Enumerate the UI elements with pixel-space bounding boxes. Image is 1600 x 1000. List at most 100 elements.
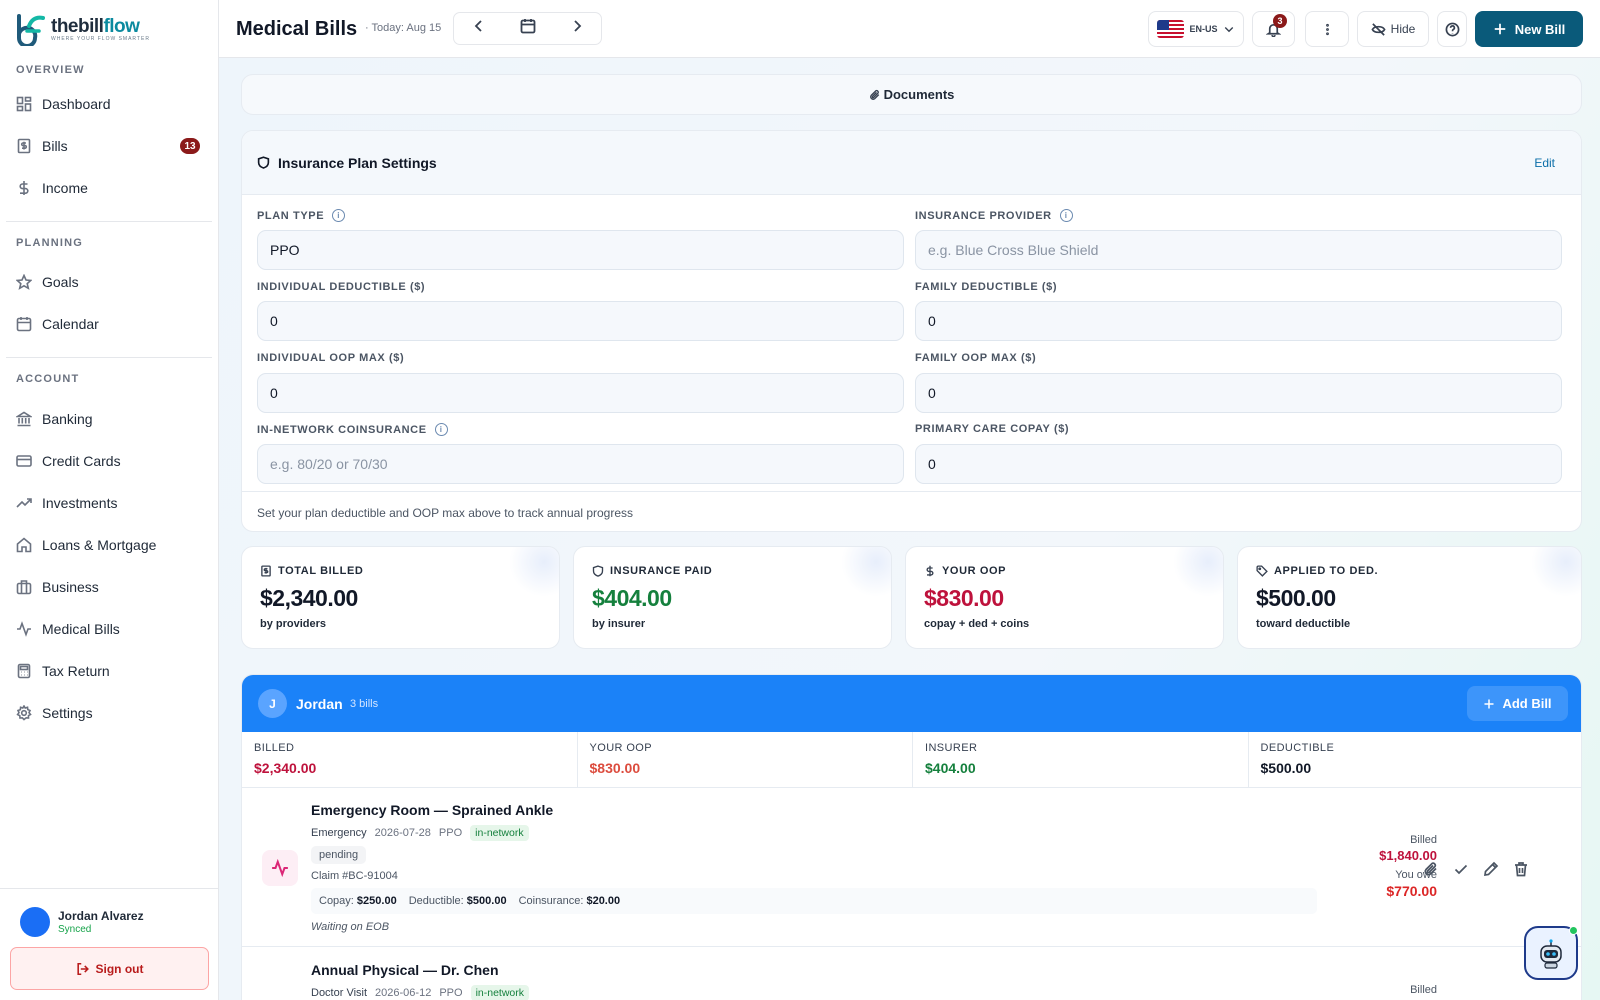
bill-category: Doctor Visit (311, 987, 368, 999)
sidebar-item-investments[interactable]: Investments (8, 485, 212, 521)
sign-out-button[interactable]: Sign out (10, 947, 209, 990)
sidebar-item-dashboard[interactable]: Dashboard (8, 86, 212, 122)
sidebar-item-business[interactable]: Business (8, 569, 212, 605)
sidebar-item-banking[interactable]: Banking (8, 401, 212, 437)
summary-label: YOUR OOP (589, 742, 652, 754)
hide-values-button[interactable]: Hide (1357, 11, 1429, 47)
gear-icon (16, 705, 32, 721)
summary-value: $2,340.00 (254, 760, 317, 776)
add-bill-label: Add Bill (1502, 696, 1552, 711)
sidebar-item-credit-cards[interactable]: Credit Cards (8, 443, 212, 479)
bill-row[interactable]: Annual Physical — Dr. Chen Doctor Visit … (242, 948, 1581, 1000)
tag-icon (1256, 565, 1268, 577)
info-icon[interactable]: i (434, 423, 448, 436)
sidebar-item-label: Business (42, 579, 99, 595)
stat-card-your-oop: YOUR OOP $830.00 copay + ded + coins (905, 546, 1224, 649)
sidebar-item-loans-mortgage[interactable]: Loans & Mortgage (8, 527, 212, 563)
bill-title: Annual Physical — Dr. Chen (311, 962, 499, 978)
mark-paid-button[interactable] (1452, 860, 1470, 878)
claim-number: Claim #BC-91004 (311, 870, 398, 882)
assistant-bot-button[interactable] (1524, 926, 1578, 980)
notifications-button[interactable]: 3 (1252, 11, 1295, 47)
new-bill-button[interactable]: New Bill (1475, 11, 1583, 47)
stat-value: $500.00 (1256, 585, 1336, 611)
dollar-icon (19, 181, 29, 195)
section-planning: PLANNING (16, 237, 84, 249)
pulse-icon (272, 859, 288, 877)
stat-value: $830.00 (924, 585, 1004, 611)
sidebar-item-tax-return[interactable]: Tax Return (8, 653, 212, 689)
individual-deductible-label: INDIVIDUAL DEDUCTIBLE ($) (257, 281, 426, 293)
bill-category: Emergency (311, 827, 367, 839)
pencil-icon (1483, 861, 1499, 877)
add-bill-button[interactable]: Add Bill (1467, 686, 1568, 721)
summary-label: INSURER (925, 742, 978, 754)
documents-button[interactable]: Documents (241, 74, 1582, 115)
chevron-left-icon (474, 20, 482, 32)
locale-selector[interactable]: EN-US (1148, 11, 1244, 47)
info-icon[interactable]: i (1059, 209, 1073, 222)
in-network-coinsurance-input[interactable]: e.g. 80/20 or 70/30 (257, 444, 904, 484)
edit-plan-link[interactable]: Edit (1534, 156, 1555, 170)
bill-divider (242, 946, 1581, 947)
sidebar-item-label: Medical Bills (42, 621, 120, 637)
top-header: Medical Bills · Today: Aug 15 EN-US 3 Hi… (219, 0, 1600, 58)
delete-bill-button[interactable] (1512, 860, 1530, 878)
main-content: Documents Insurance Plan Settings Edit P… (219, 58, 1600, 1000)
next-date-button[interactable] (569, 18, 585, 39)
network-badge: in-network (470, 825, 529, 841)
sidebar-item-bills[interactable]: Bills 13 (8, 128, 212, 164)
individual-oop-max-input[interactable]: 0 (257, 373, 904, 413)
bill-icon (17, 138, 31, 154)
dollar-icon (926, 565, 934, 577)
chevron-down-icon (1224, 27, 1233, 33)
summary-value: $404.00 (925, 760, 976, 776)
hide-label: Hide (1390, 22, 1416, 36)
cost-breakdown: Copay: $250.00 Deductible: $500.00 Coins… (311, 888, 1317, 914)
shield-icon (257, 156, 270, 169)
us-flag-icon (1157, 20, 1185, 38)
sign-out-label: Sign out (95, 961, 144, 976)
primary-care-copay-input[interactable]: 0 (915, 444, 1562, 484)
calendar-icon (520, 19, 535, 34)
credit-card-icon (16, 455, 32, 467)
brand-tagline: WHERE YOUR FLOW SMARTER (51, 36, 150, 42)
billed-label: Billed (1410, 984, 1437, 996)
prev-date-button[interactable] (471, 18, 487, 39)
pulse-icon (17, 621, 31, 637)
sidebar-item-settings[interactable]: Settings (8, 695, 212, 731)
sidebar-item-label: Investments (42, 495, 118, 511)
online-indicator (1569, 926, 1578, 935)
stat-card-total-billed: TOTAL BILLED $2,340.00 by providers (241, 546, 560, 649)
coinsurance-item: Coinsurance: $20.00 (518, 895, 621, 907)
stat-label: TOTAL BILLED (260, 565, 363, 577)
sidebar-item-goals[interactable]: Goals (8, 264, 212, 300)
more-options-button[interactable] (1305, 11, 1349, 47)
stat-label: YOUR OOP (924, 565, 1006, 577)
section-overview: OVERVIEW (16, 64, 85, 76)
trend-up-icon (16, 498, 32, 508)
sidebar-item-calendar[interactable]: Calendar (8, 306, 212, 342)
family-oop-max-input[interactable]: 0 (915, 373, 1562, 413)
bill-date: 2026-06-12 (375, 987, 432, 999)
insurance-plan-title: Insurance Plan Settings (278, 154, 437, 171)
calendar-button[interactable] (520, 18, 536, 39)
sidebar-item-label: Income (42, 180, 88, 196)
bill-row[interactable]: Emergency Room — Sprained Ankle Emergenc… (242, 788, 1581, 946)
person-header: J Jordan 3 bills Add Bill (242, 675, 1581, 732)
avatar[interactable] (20, 907, 50, 937)
help-button[interactable] (1437, 11, 1467, 47)
plan-type-select[interactable]: PPO (257, 230, 904, 270)
logo[interactable]: thebillflow WHERE YOUR FLOW SMARTER (0, 0, 218, 58)
insurance-provider-input[interactable]: e.g. Blue Cross Blue Shield (915, 230, 1562, 270)
individual-deductible-input[interactable]: 0 (257, 301, 904, 341)
sidebar-item-income[interactable]: Income (8, 170, 212, 206)
sidebar-item-label: Tax Return (42, 663, 110, 679)
sidebar: thebillflow WHERE YOUR FLOW SMARTER OVER… (0, 0, 219, 1000)
family-deductible-input[interactable]: 0 (915, 301, 1562, 341)
edit-bill-button[interactable] (1482, 860, 1500, 878)
sidebar-item-medical-bills[interactable]: Medical Bills (8, 611, 212, 647)
attach-button[interactable] (1422, 860, 1440, 878)
info-icon[interactable]: i (332, 209, 346, 222)
sidebar-item-label: Goals (42, 274, 79, 290)
